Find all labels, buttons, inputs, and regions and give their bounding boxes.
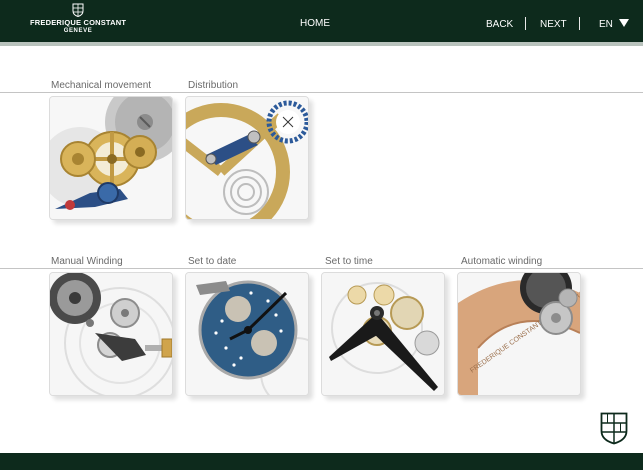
- brand-logo[interactable]: FREDERIQUE CONSTANT GENEVE: [30, 3, 126, 39]
- brand-city: GENEVE: [63, 28, 93, 34]
- balance-wheel-illustration: [186, 97, 308, 219]
- nav-divider: [579, 17, 580, 30]
- brand-name: FREDERIQUE CONSTANT: [30, 18, 127, 27]
- crown-winding-illustration: [50, 273, 172, 395]
- item-label-set-to-time: Set to time: [325, 256, 373, 267]
- item-label-mechanical-movement: Mechanical movement: [51, 80, 152, 91]
- watch-hands-illustration: [322, 273, 444, 395]
- date-disc-illustration: [186, 273, 308, 395]
- section-divider: [0, 268, 643, 269]
- item-label-set-to-date: Set to date: [188, 256, 237, 267]
- tile-mechanical-movement[interactable]: [49, 96, 173, 220]
- header-underline: [0, 42, 643, 46]
- gear-train-illustration: [50, 97, 172, 219]
- top-bar: FREDERIQUE CONSTANT GENEVE HOME BACK NEX…: [0, 0, 643, 42]
- back-link[interactable]: BACK: [486, 19, 513, 30]
- home-link[interactable]: HOME: [300, 18, 330, 29]
- item-label-manual-winding: Manual Winding: [51, 256, 123, 267]
- dropdown-arrow-icon[interactable]: [619, 19, 629, 27]
- nav-divider: [525, 17, 526, 30]
- item-label-automatic-winding: Automatic winding: [461, 256, 543, 267]
- brand-crest-icon: [600, 412, 628, 445]
- tile-set-to-date[interactable]: [185, 272, 309, 396]
- section-divider: [0, 92, 643, 93]
- rotor-illustration: FREDERIQUE CONSTANT · MANUFACTURE: [458, 273, 580, 395]
- next-link[interactable]: NEXT: [540, 19, 567, 30]
- tile-automatic-winding[interactable]: FREDERIQUE CONSTANT · MANUFACTURE: [457, 272, 581, 396]
- tile-set-to-time[interactable]: [321, 272, 445, 396]
- language-selector[interactable]: EN: [599, 19, 613, 30]
- tile-distribution[interactable]: [185, 96, 309, 220]
- bottom-bar: [0, 453, 643, 470]
- tile-manual-winding[interactable]: [49, 272, 173, 396]
- brand-crest-icon: [72, 3, 84, 17]
- item-label-distribution: Distribution: [188, 80, 239, 91]
